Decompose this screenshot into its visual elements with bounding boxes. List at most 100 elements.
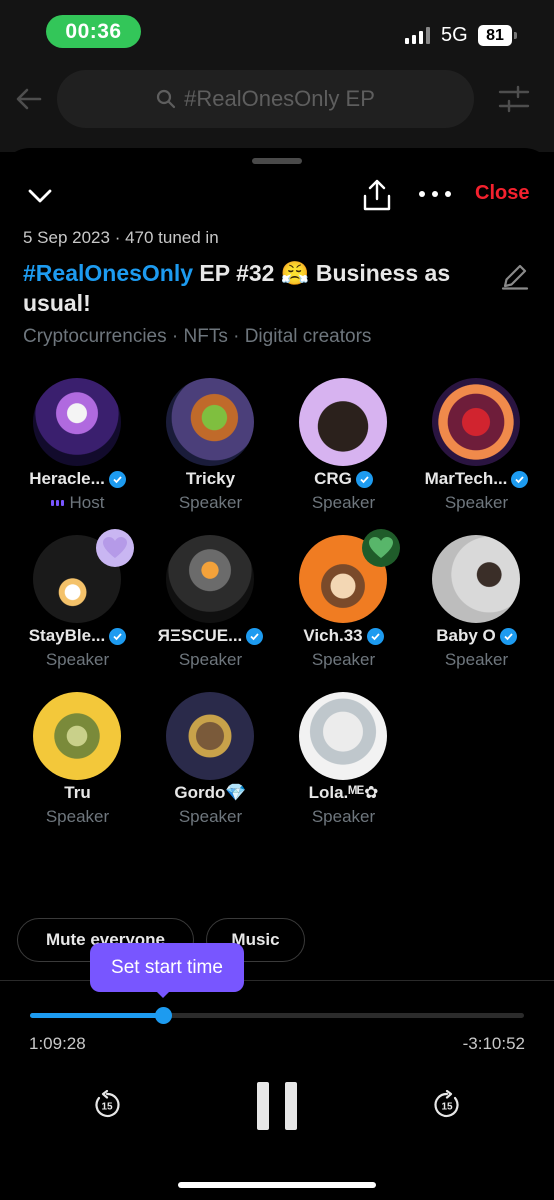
speaker-role: Speaker [178,493,243,512]
rewind-15-icon[interactable]: 15 [92,1090,122,1120]
avatar [33,378,121,466]
pause-button[interactable] [257,1082,297,1130]
playback-scrubber[interactable] [30,1013,524,1018]
speaker-name-text: Heracle... [29,469,105,488]
more-options-icon[interactable] [419,184,451,204]
heart-reaction-icon [96,529,134,567]
speaker-role: Speaker [178,807,243,826]
speaker-card[interactable]: Lola.ᴹᴱ✿ Speaker [277,692,410,842]
svg-text:15: 15 [101,1102,113,1113]
speaker-name-text: Lola.ᴹᴱ✿ [308,783,379,802]
speaker-card[interactable]: Gordo💎 Speaker [144,692,277,842]
speaker-card[interactable]: Baby O Speaker [410,535,543,685]
space-meta: 5 Sep 2023 · 470 tuned in [23,228,219,247]
verified-badge-icon [246,627,264,645]
host-audio-icon [50,500,64,506]
share-icon[interactable] [362,178,392,212]
speaker-name-text: Gordo💎 [174,783,247,802]
speaker-name-text: ЯΞSCUE... [157,626,243,645]
sheet-toolbar: Close [0,178,554,214]
speaker-card[interactable]: ЯΞSCUE... Speaker [144,535,277,685]
speaker-name: Vich.33 [277,626,410,646]
battery-icon: 81 [478,25,512,46]
forward-15-icon[interactable]: 15 [432,1090,462,1120]
speaker-card[interactable]: MarTech... Speaker [410,378,543,528]
avatar [432,535,520,623]
avatar [33,692,121,780]
speaker-name: CRG [277,469,410,489]
elapsed-time: 1:09:28 [29,1034,86,1053]
divider [0,980,554,981]
chevron-down-icon[interactable] [26,182,54,210]
close-button[interactable]: Close [475,182,529,205]
speaker-role: Host [11,493,144,513]
speaker-card[interactable]: StayBle... Speaker [11,529,144,685]
speaker-name-text: Tru [64,783,91,802]
speaker-card[interactable]: Heracle... Host [11,378,144,528]
speaker-name: Baby O [410,626,543,646]
tooltip-tail [155,990,171,998]
space-title: #RealOnesOnly EP #32 😤 Business as usual… [23,258,493,318]
cellular-signal-icon [405,26,430,44]
speaker-card[interactable]: CRG Speaker [277,378,410,528]
network-type: 5G [441,24,468,46]
speaker-role: Speaker [444,493,509,512]
verified-badge-icon [366,627,384,645]
home-indicator [178,1182,376,1188]
search-input[interactable]: #RealOnesOnly EP [57,70,474,128]
speaker-role: Speaker [311,493,376,512]
speaker-card[interactable]: Tru Speaker [11,692,144,842]
verified-badge-icon [511,470,529,488]
speaker-name: Heracle... [11,469,144,489]
scrubber-progress [30,1013,164,1018]
speaker-name: Lola.ᴹᴱ✿ [277,783,410,803]
sheet-grabber[interactable] [252,158,302,164]
speaker-name-text: Tricky [185,469,236,488]
speaker-role: Speaker [311,807,376,826]
verified-badge-icon [109,627,127,645]
remaining-time: -3:10:52 [462,1034,525,1053]
speaker-role: Speaker [45,807,110,826]
verified-badge-icon [355,470,373,488]
status-time: 00:36 [46,15,141,48]
speaker-name-text: CRG [314,469,352,488]
avatar [432,378,520,466]
speaker-name-text: StayBle... [28,626,106,645]
speaker-name: ЯΞSCUE... [144,626,277,646]
heart-reaction-icon [362,529,400,567]
filter-sliders-icon[interactable] [498,84,530,114]
set-start-time-tooltip[interactable]: Set start time [90,943,244,992]
svg-text:15: 15 [441,1102,453,1113]
avatar [299,692,387,780]
title-hashtag[interactable]: #RealOnesOnly [23,260,193,286]
avatar [166,535,254,623]
battery-nub [514,32,517,39]
space-topics: Cryptocurrencies · NFTs · Digital creato… [23,326,372,347]
speaker-name: Tru [11,783,144,803]
speaker-role: Speaker [178,650,243,669]
search-query: #RealOnesOnly EP [184,86,375,111]
speaker-role: Speaker [444,650,509,669]
speaker-name-text: MarTech... [424,469,508,488]
speaker-role-text: Host [69,493,105,512]
speaker-role: Speaker [311,650,376,669]
speaker-role: Speaker [45,650,110,669]
speaker-name: StayBle... [11,626,144,646]
speaker-name: Gordo💎 [144,783,277,803]
speaker-card[interactable]: Tricky Speaker [144,378,277,528]
speaker-card[interactable]: Vich.33 Speaker [277,529,410,685]
speaker-name-text: Vich.33 [303,626,363,645]
edit-icon[interactable] [500,261,530,291]
avatar [166,692,254,780]
speaker-name: Tricky [144,469,277,489]
search-icon [157,89,176,109]
back-arrow-icon[interactable] [14,84,44,114]
speaker-name-text: Baby O [436,626,496,645]
speaker-name: MarTech... [410,469,543,489]
avatar [166,378,254,466]
verified-badge-icon [499,627,517,645]
verified-badge-icon [108,470,126,488]
status-bar: 00:36 5G 81 [0,0,554,62]
avatar [299,378,387,466]
search-header: #RealOnesOnly EP [0,62,554,152]
